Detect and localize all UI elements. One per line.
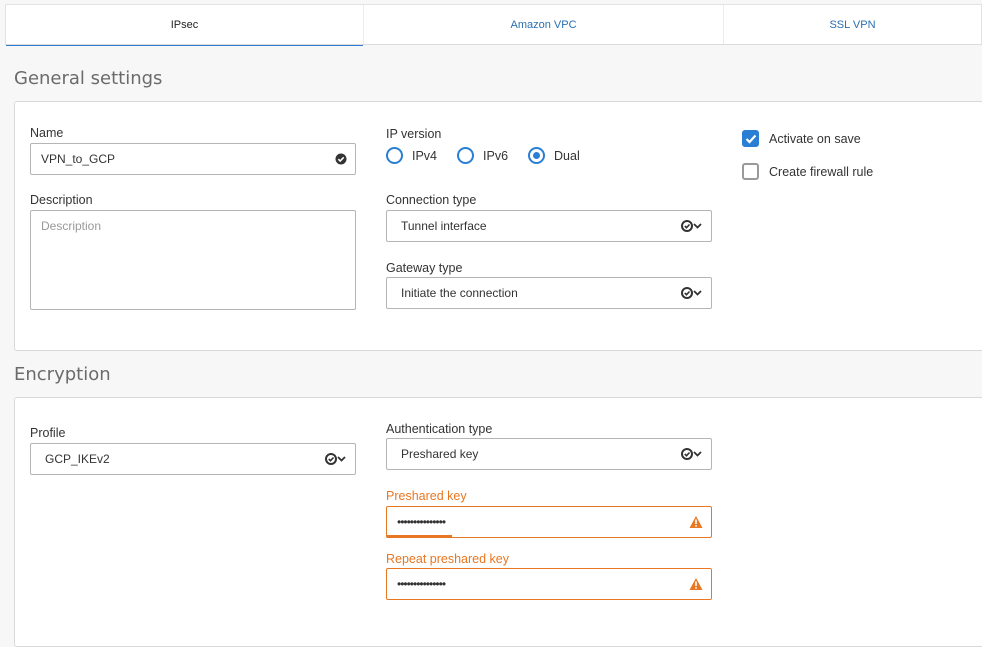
connection-type-select[interactable]: Tunnel interface <box>386 210 712 242</box>
tab-ipsec[interactable]: IPsec <box>6 5 364 46</box>
activate-on-save-label: Activate on save <box>769 131 861 146</box>
ip-version-group: IPv4 IPv6 Dual <box>386 147 600 164</box>
name-field[interactable]: VPN_to_GCP <box>30 143 356 175</box>
auth-type-value: Preshared key <box>401 447 479 461</box>
profile-label: Profile <box>30 426 66 440</box>
valid-check-icon <box>335 153 347 165</box>
preshared-key-value: ••••••••••••••• <box>397 515 446 529</box>
preshared-key-label: Preshared key <box>386 489 467 503</box>
warning-icon <box>689 516 703 529</box>
check-chevron-icon <box>681 220 703 232</box>
auth-type-label: Authentication type <box>386 422 493 436</box>
repeat-preshared-key-label: Repeat preshared key <box>386 552 509 566</box>
encryption-panel: Profile GCP_IKEv2 Authentication type Pr… <box>14 397 982 647</box>
tab-ssl-vpn[interactable]: SSL VPN <box>724 5 981 45</box>
repeat-preshared-key-value: ••••••••••••••• <box>397 577 446 591</box>
gateway-type-value: Initiate the connection <box>401 286 518 300</box>
preshared-key-input[interactable]: ••••••••••••••• <box>386 506 712 538</box>
auth-type-select[interactable]: Preshared key <box>386 438 712 470</box>
check-chevron-icon <box>681 287 703 299</box>
general-settings-panel: Name VPN_to_GCP Description IP version I… <box>14 101 982 351</box>
profile-value: GCP_IKEv2 <box>45 452 110 466</box>
ipv4-radio[interactable] <box>386 147 403 164</box>
description-textarea[interactable] <box>30 210 356 310</box>
general-settings-title: General settings <box>14 68 163 89</box>
connection-type-value: Tunnel interface <box>401 219 487 233</box>
gateway-type-label: Gateway type <box>386 261 463 275</box>
preshared-key-strength-bar <box>387 535 452 538</box>
gateway-type-select[interactable]: Initiate the connection <box>386 277 712 309</box>
create-firewall-rule-label: Create firewall rule <box>769 164 874 179</box>
repeat-preshared-key-input[interactable]: ••••••••••••••• <box>386 568 712 600</box>
warning-icon <box>689 578 703 591</box>
tab-divider <box>5 44 982 45</box>
encryption-title: Encryption <box>14 364 111 385</box>
connection-type-label: Connection type <box>386 193 477 207</box>
name-value: VPN_to_GCP <box>41 152 116 166</box>
check-chevron-icon <box>681 448 703 460</box>
activate-on-save-checkbox[interactable] <box>742 130 759 147</box>
tab-amazon-vpc[interactable]: Amazon VPC <box>364 5 724 45</box>
profile-select[interactable]: GCP_IKEv2 <box>30 443 356 475</box>
create-firewall-rule-checkbox[interactable] <box>742 163 759 180</box>
dual-label: Dual <box>554 148 580 163</box>
ip-version-label: IP version <box>386 127 442 141</box>
name-label: Name <box>30 126 64 140</box>
description-label: Description <box>30 193 93 207</box>
create-firewall-rule-row[interactable]: Create firewall rule <box>742 163 873 180</box>
check-chevron-icon <box>325 453 347 465</box>
activate-on-save-row[interactable]: Activate on save <box>742 130 861 147</box>
tab-bar: IPsec Amazon VPC SSL VPN <box>5 4 982 46</box>
ipv6-radio[interactable] <box>457 147 475 164</box>
dual-radio[interactable] <box>528 147 546 164</box>
ipv4-label: IPv4 <box>412 148 438 163</box>
ipv6-label: IPv6 <box>483 148 509 163</box>
